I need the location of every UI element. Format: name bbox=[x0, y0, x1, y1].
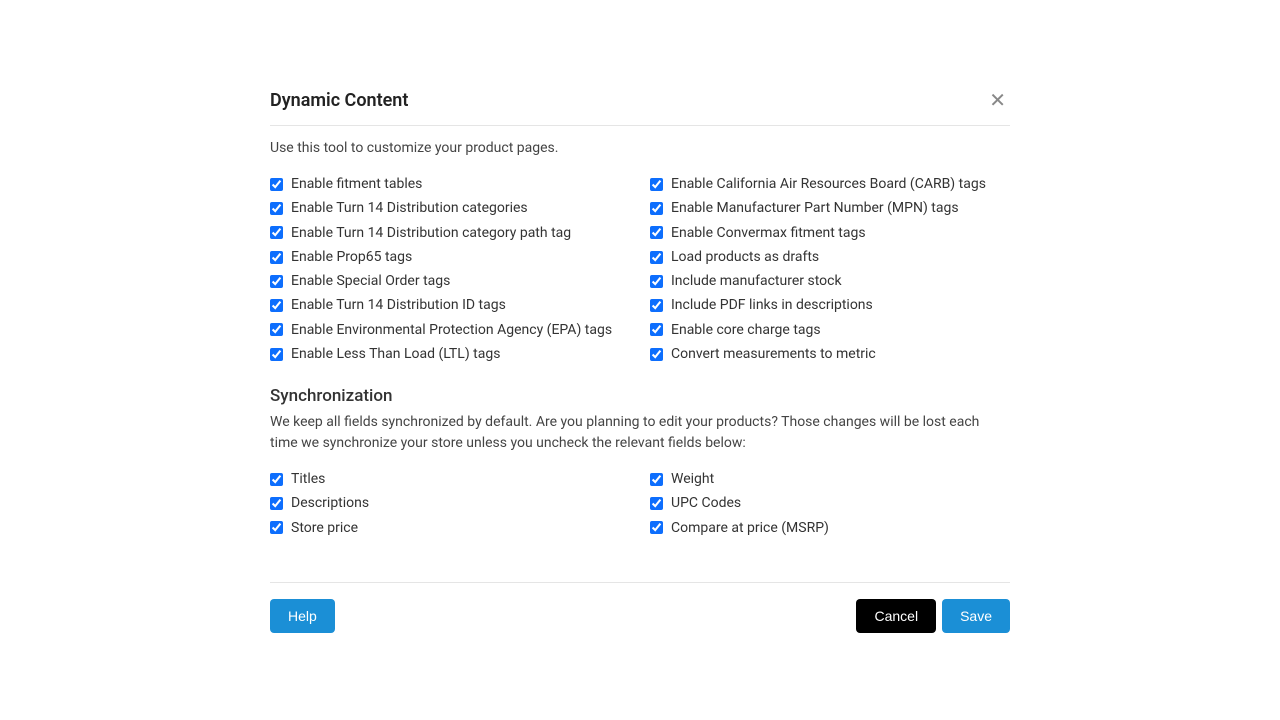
sync-option-label[interactable]: Weight bbox=[671, 469, 714, 489]
option-row: Enable Special Order tags bbox=[270, 271, 630, 291]
option-row: Enable Manufacturer Part Number (MPN) ta… bbox=[650, 198, 1010, 218]
option-checkbox[interactable] bbox=[270, 323, 283, 336]
option-checkbox[interactable] bbox=[650, 202, 663, 215]
option-label[interactable]: Enable fitment tables bbox=[291, 174, 422, 194]
option-label[interactable]: Enable Prop65 tags bbox=[291, 247, 412, 267]
option-label[interactable]: Enable Environmental Protection Agency (… bbox=[291, 320, 612, 340]
option-label[interactable]: Enable California Air Resources Board (C… bbox=[671, 174, 986, 194]
option-checkbox[interactable] bbox=[270, 226, 283, 239]
sync-option-row: UPC Codes bbox=[650, 493, 1010, 513]
option-checkbox[interactable] bbox=[650, 226, 663, 239]
help-button[interactable]: Help bbox=[270, 599, 335, 633]
footer-right-buttons: Cancel Save bbox=[856, 599, 1010, 633]
sync-option-label[interactable]: Titles bbox=[291, 469, 325, 489]
sync-option-row: Compare at price (MSRP) bbox=[650, 518, 1010, 538]
option-row: Enable fitment tables bbox=[270, 174, 630, 194]
options-column-right: Enable California Air Resources Board (C… bbox=[650, 174, 1010, 368]
sync-option-label[interactable]: UPC Codes bbox=[671, 493, 741, 513]
option-row: Include manufacturer stock bbox=[650, 271, 1010, 291]
option-checkbox[interactable] bbox=[270, 348, 283, 361]
sync-option-checkbox[interactable] bbox=[650, 473, 663, 486]
modal-footer: Help Cancel Save bbox=[270, 582, 1010, 633]
option-row: Enable California Air Resources Board (C… bbox=[650, 174, 1010, 194]
options-column-left: Enable fitment tables Enable Turn 14 Dist… bbox=[270, 174, 630, 368]
option-label[interactable]: Enable Manufacturer Part Number (MPN) ta… bbox=[671, 198, 959, 218]
option-checkbox[interactable] bbox=[270, 202, 283, 215]
save-button[interactable]: Save bbox=[942, 599, 1010, 633]
sync-option-label[interactable]: Store price bbox=[291, 518, 358, 538]
option-checkbox[interactable] bbox=[270, 275, 283, 288]
sync-option-label[interactable]: Descriptions bbox=[291, 493, 369, 513]
option-checkbox[interactable] bbox=[650, 323, 663, 336]
option-checkbox[interactable] bbox=[650, 299, 663, 312]
option-row: Include PDF links in descriptions bbox=[650, 295, 1010, 315]
modal-header: Dynamic Content ✕ bbox=[270, 90, 1010, 126]
sync-option-checkbox[interactable] bbox=[270, 497, 283, 510]
option-label[interactable]: Enable Convermax fitment tags bbox=[671, 223, 866, 243]
option-label[interactable]: Include manufacturer stock bbox=[671, 271, 842, 291]
sync-option-checkbox[interactable] bbox=[270, 521, 283, 534]
option-checkbox[interactable] bbox=[650, 178, 663, 191]
option-row: Enable Turn 14 Distribution ID tags bbox=[270, 295, 630, 315]
option-row: Enable Turn 14 Distribution category pat… bbox=[270, 223, 630, 243]
sync-title: Synchronization bbox=[270, 386, 1010, 406]
option-label[interactable]: Enable Less Than Load (LTL) tags bbox=[291, 344, 500, 364]
sync-column-right: Weight UPC Codes Compare at price (MSRP) bbox=[650, 469, 1010, 542]
option-checkbox[interactable] bbox=[270, 299, 283, 312]
option-checkbox[interactable] bbox=[270, 178, 283, 191]
option-label[interactable]: Enable Special Order tags bbox=[291, 271, 450, 291]
option-row: Enable Prop65 tags bbox=[270, 247, 630, 267]
option-label[interactable]: Enable Turn 14 Distribution category pat… bbox=[291, 223, 571, 243]
option-label[interactable]: Enable Turn 14 Distribution ID tags bbox=[291, 295, 506, 315]
sync-option-row: Descriptions bbox=[270, 493, 630, 513]
sync-description: We keep all fields synchronized by defau… bbox=[270, 412, 1010, 453]
sync-option-row: Weight bbox=[650, 469, 1010, 489]
sync-option-checkbox[interactable] bbox=[650, 497, 663, 510]
sync-option-row: Store price bbox=[270, 518, 630, 538]
option-checkbox[interactable] bbox=[650, 251, 663, 264]
option-row: Enable Less Than Load (LTL) tags bbox=[270, 344, 630, 364]
sync-option-label[interactable]: Compare at price (MSRP) bbox=[671, 518, 829, 538]
intro-text: Use this tool to customize your product … bbox=[270, 140, 1010, 156]
close-icon: ✕ bbox=[989, 90, 1006, 112]
sync-option-checkbox[interactable] bbox=[270, 473, 283, 486]
option-row: Enable Turn 14 Distribution categories bbox=[270, 198, 630, 218]
cancel-button[interactable]: Cancel bbox=[856, 599, 936, 633]
option-row: Convert measurements to metric bbox=[650, 344, 1010, 364]
options-grid: Enable fitment tables Enable Turn 14 Dist… bbox=[270, 174, 1010, 368]
option-label[interactable]: Enable Turn 14 Distribution categories bbox=[291, 198, 528, 218]
option-label[interactable]: Convert measurements to metric bbox=[671, 344, 876, 364]
option-checkbox[interactable] bbox=[650, 348, 663, 361]
close-button[interactable]: ✕ bbox=[985, 91, 1010, 111]
option-row: Enable Environmental Protection Agency (… bbox=[270, 320, 630, 340]
sync-option-row: Titles bbox=[270, 469, 630, 489]
sync-grid: Titles Descriptions Store price Weight UPC … bbox=[270, 469, 1010, 542]
option-checkbox[interactable] bbox=[650, 275, 663, 288]
sync-column-left: Titles Descriptions Store price bbox=[270, 469, 630, 542]
option-label[interactable]: Include PDF links in descriptions bbox=[671, 295, 873, 315]
sync-option-checkbox[interactable] bbox=[650, 521, 663, 534]
option-label[interactable]: Load products as drafts bbox=[671, 247, 819, 267]
option-label[interactable]: Enable core charge tags bbox=[671, 320, 821, 340]
dynamic-content-modal: Dynamic Content ✕ Use this tool to custo… bbox=[270, 90, 1010, 633]
option-row: Load products as drafts bbox=[650, 247, 1010, 267]
option-checkbox[interactable] bbox=[270, 251, 283, 264]
option-row: Enable core charge tags bbox=[650, 320, 1010, 340]
modal-title: Dynamic Content bbox=[270, 90, 408, 111]
option-row: Enable Convermax fitment tags bbox=[650, 223, 1010, 243]
